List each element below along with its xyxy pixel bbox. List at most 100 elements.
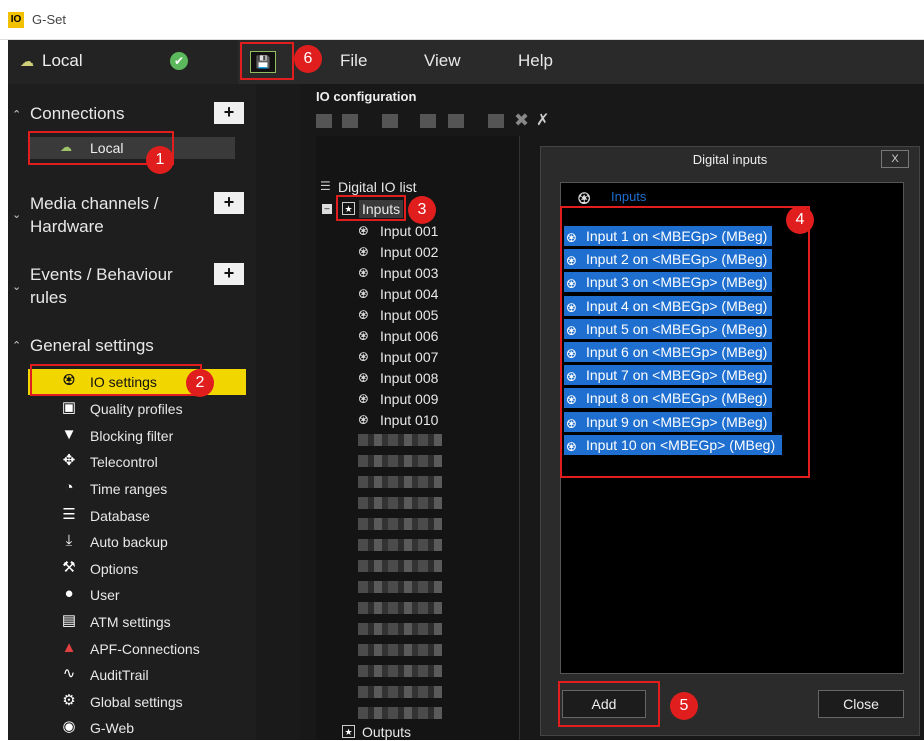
star-box-icon: ★ bbox=[342, 725, 355, 738]
tree-input-item[interactable]: Input 002 bbox=[380, 244, 438, 260]
nav-g-web[interactable]: ◉ G-Web bbox=[28, 715, 246, 741]
redo-icon[interactable] bbox=[342, 114, 358, 128]
dialog-close-x-button[interactable]: X bbox=[881, 150, 909, 168]
section-media-line2[interactable]: Hardware bbox=[30, 217, 104, 237]
nav-audit-trail[interactable]: ∿ AuditTrail bbox=[28, 662, 246, 688]
tree-input-item[interactable]: Input 001 bbox=[380, 223, 438, 239]
nav-auto-backup[interactable]: ⤓ Auto backup bbox=[28, 529, 246, 555]
filter-icon: ▼ bbox=[61, 426, 77, 443]
annotation-badge-4: 4 bbox=[786, 206, 814, 234]
digital-input-item[interactable]: ♼ Input 2 on <MBEGp> (MBeg) bbox=[564, 249, 772, 270]
delete-icon[interactable]: ✖ bbox=[514, 110, 529, 131]
nav-label: Auto backup bbox=[90, 534, 168, 550]
nav-label: User bbox=[90, 587, 120, 603]
tree-outputs[interactable]: Outputs bbox=[362, 724, 411, 740]
tree-input-item[interactable]: Input 006 bbox=[380, 328, 438, 344]
chevron-down-icon[interactable]: ⌄ bbox=[12, 280, 21, 293]
undo-icon[interactable] bbox=[316, 114, 332, 128]
input-icon: ♼ bbox=[566, 370, 577, 385]
nav-user[interactable]: ● User bbox=[28, 582, 246, 608]
digital-input-item[interactable]: ♼ Input 3 on <MBEGp> (MBeg) bbox=[564, 272, 772, 293]
app-window: ☁ Local ✔ 💾 6 File View Help ⌃ Connectio… bbox=[8, 40, 924, 740]
section-media-line1[interactable]: Media channels / bbox=[30, 194, 159, 214]
input-icon: ♼ bbox=[566, 300, 577, 315]
user-icon: ● bbox=[64, 585, 74, 602]
digital-input-item[interactable]: ♼ Input 9 on <MBEGp> (MBeg) bbox=[564, 411, 772, 432]
input-icon: ♼ bbox=[358, 350, 369, 364]
add-connection-button[interactable]: + bbox=[214, 102, 244, 124]
digital-input-label: Input 5 on <MBEGp> (MBeg) bbox=[586, 320, 768, 337]
dialog-title: Digital inputs bbox=[692, 152, 768, 167]
nav-global-settings[interactable]: ⚙ Global settings bbox=[28, 689, 246, 715]
nav-database[interactable]: ☰ Database bbox=[28, 503, 246, 529]
move-arrows-icon: ✥ bbox=[62, 452, 76, 469]
nav-options[interactable]: ⚒ Options bbox=[28, 556, 246, 582]
tree-input-item[interactable]: Input 008 bbox=[380, 370, 438, 386]
atm-icon: ▤ bbox=[61, 612, 77, 629]
chevron-down-icon[interactable]: ⌄ bbox=[12, 208, 21, 221]
menu-file[interactable]: File bbox=[340, 51, 367, 71]
digital-input-item[interactable]: ♼ Input 4 on <MBEGp> (MBeg) bbox=[564, 295, 772, 316]
redacted-row bbox=[358, 518, 442, 530]
annotation-badge-2: 2 bbox=[186, 369, 214, 397]
digital-input-item[interactable]: ♼ Input 6 on <MBEGp> (MBeg) bbox=[564, 342, 772, 362]
add-media-button[interactable]: + bbox=[214, 192, 244, 214]
tree-input-item[interactable]: Input 010 bbox=[380, 412, 438, 428]
tree-input-item[interactable]: Input 009 bbox=[380, 391, 438, 407]
save-config-button[interactable]: 💾 bbox=[250, 51, 276, 73]
copy-icon[interactable] bbox=[420, 114, 436, 128]
digital-input-item[interactable]: ♼ Input 1 on <MBEGp> (MBeg) bbox=[564, 226, 772, 246]
section-events-line2[interactable]: rules bbox=[30, 288, 67, 308]
digital-input-item[interactable]: ♼ Input 5 on <MBEGp> (MBeg) bbox=[564, 318, 772, 339]
input-icon: ♼ bbox=[566, 393, 577, 408]
menu-help[interactable]: Help bbox=[518, 51, 553, 71]
digital-input-item[interactable]: ♼ Input 8 on <MBEGp> (MBeg) bbox=[564, 388, 772, 409]
input-icon: ♼ bbox=[566, 277, 577, 292]
nav-telecontrol[interactable]: ✥ Telecontrol bbox=[28, 449, 246, 475]
chevron-up-icon[interactable]: ⌃ bbox=[12, 108, 21, 121]
nav-quality-profiles[interactable]: ▣ Quality profiles bbox=[28, 396, 246, 422]
menu-view[interactable]: View bbox=[424, 51, 461, 71]
paste-icon[interactable] bbox=[448, 114, 464, 128]
close-button[interactable]: Close bbox=[818, 690, 904, 718]
tree-input-item[interactable]: Input 004 bbox=[380, 286, 438, 302]
sidebar: ⌃ Connections + ☁ Local 1 ⌄ Media channe… bbox=[8, 84, 256, 740]
audit-icon: ∿ bbox=[62, 665, 76, 682]
location-label: Local bbox=[42, 51, 83, 70]
nav-label: Time ranges bbox=[90, 481, 168, 497]
digital-input-label: Input 2 on <MBEGp> (MBeg) bbox=[586, 251, 768, 268]
redacted-row bbox=[358, 581, 442, 593]
nav-apf-connections[interactable]: ▲ APF-Connections bbox=[28, 636, 246, 662]
tree-input-item[interactable]: Input 003 bbox=[380, 265, 438, 281]
tools-icon[interactable]: ✗ bbox=[536, 110, 549, 130]
nav-blocking-filter[interactable]: ▼ Blocking filter bbox=[28, 423, 246, 449]
tree-root-digital-io[interactable]: Digital IO list bbox=[338, 179, 417, 195]
list-icon: ☰ bbox=[320, 179, 331, 193]
title-bar: IO G-Set bbox=[0, 0, 924, 40]
digital-input-label: Input 9 on <MBEGp> (MBeg) bbox=[586, 413, 768, 430]
digital-input-item[interactable]: ♼ Input 7 on <MBEGp> (MBeg) bbox=[564, 365, 772, 386]
database-icon: ☰ bbox=[62, 506, 76, 523]
digital-input-label: Input 4 on <MBEGp> (MBeg) bbox=[586, 297, 768, 314]
section-events-line1[interactable]: Events / Behaviour bbox=[30, 265, 173, 285]
section-general-settings[interactable]: General settings bbox=[30, 336, 154, 356]
redacted-row bbox=[358, 560, 442, 572]
add-item-icon[interactable] bbox=[488, 114, 504, 128]
annotation-badge-5: 5 bbox=[670, 692, 698, 720]
nav-atm-settings[interactable]: ▤ ATM settings bbox=[28, 609, 246, 635]
redacted-row bbox=[358, 476, 442, 488]
window-title: G-Set bbox=[32, 12, 66, 27]
add-event-button[interactable]: + bbox=[214, 263, 244, 285]
nav-time-ranges[interactable]: ◔ Time ranges bbox=[28, 476, 246, 502]
collapse-icon[interactable]: – bbox=[322, 204, 332, 214]
print-icon[interactable] bbox=[382, 114, 398, 128]
chevron-up-icon[interactable]: ⌃ bbox=[12, 339, 21, 352]
section-connections[interactable]: Connections bbox=[30, 104, 125, 124]
redacted-row bbox=[358, 539, 442, 551]
tree-input-item[interactable]: Input 007 bbox=[380, 349, 438, 365]
location-selector[interactable]: ☁ Local ✔ bbox=[8, 40, 238, 84]
digital-input-item[interactable]: ♼ Input 10 on <MBEGp> (MBeg) bbox=[564, 434, 782, 455]
nav-label: AuditTrail bbox=[90, 667, 149, 683]
annotation-badge-6: 6 bbox=[294, 45, 322, 73]
tree-input-item[interactable]: Input 005 bbox=[380, 307, 438, 323]
